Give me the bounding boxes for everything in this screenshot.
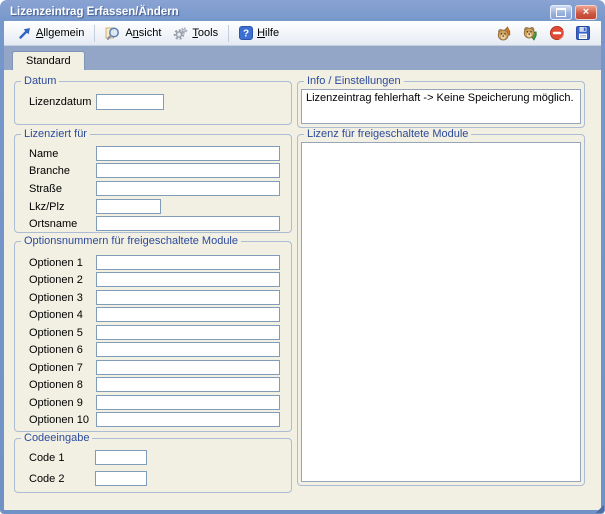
group-module-title: Lizenz für freigeschaltete Module <box>304 128 471 140</box>
restore-window-button[interactable] <box>550 5 572 20</box>
branche-label: Branche <box>29 165 70 177</box>
toolbar-separator <box>228 25 229 42</box>
group-info-einstellungen: Info / Einstellungen Lizenzeintrag fehle… <box>297 81 585 128</box>
menu-ansicht-label: Ansicht <box>125 27 161 39</box>
tab-standard[interactable]: Standard <box>12 51 85 70</box>
code-2-input[interactable] <box>95 471 147 486</box>
group-datum-title: Datum <box>21 75 59 87</box>
group-optionsnummern: Optionsnummern für freigeschaltete Modul… <box>14 241 292 432</box>
menu-tools[interactable]: Tools <box>167 24 224 43</box>
window-title: Lizenzeintrag Erfassen/Ändern <box>10 6 550 18</box>
optionen-4-input[interactable] <box>96 307 280 322</box>
strasse-label: Straße <box>29 183 62 195</box>
lkz-plz-label: Lkz/Plz <box>29 201 64 213</box>
no-entry-icon[interactable] <box>548 25 565 42</box>
optionen-8-label: Optionen 8 <box>29 379 83 391</box>
menu-hilfe[interactable]: ? Hilfe <box>233 24 285 42</box>
close-icon: × <box>583 7 589 17</box>
magnifier-icon <box>105 26 121 41</box>
optionen-3-input[interactable] <box>96 290 280 305</box>
optionen-7-input[interactable] <box>96 360 280 375</box>
optionen-4-label: Optionen 4 <box>29 309 83 321</box>
menu-ansicht[interactable]: Ansicht <box>99 24 167 43</box>
group-lizenziert-title: Lizenziert für <box>21 128 90 140</box>
bear-arrow-up-icon[interactable] <box>496 25 513 42</box>
ortsname-label: Ortsname <box>29 218 77 230</box>
strasse-input[interactable] <box>96 181 280 196</box>
close-window-button[interactable]: × <box>575 5 597 20</box>
optionen-7-label: Optionen 7 <box>29 362 83 374</box>
arrow-up-right-icon <box>18 26 32 40</box>
lizenzdatum-input[interactable] <box>96 94 164 110</box>
titlebar: Lizenzeintrag Erfassen/Ändern × <box>4 0 601 21</box>
optionen-5-input[interactable] <box>96 325 280 340</box>
optionen-9-input[interactable] <box>96 395 280 410</box>
lizenzdatum-label: Lizenzdatum <box>29 96 91 108</box>
gear-icon <box>173 26 188 41</box>
group-codeeingabe: Codeeingabe Code 1 Code 2 <box>14 438 292 493</box>
form-area: Datum Lizenzdatum Lizenziert für Name Br… <box>4 70 601 510</box>
optionen-10-label: Optionen 10 <box>29 414 89 426</box>
info-message-box: Lizenzeintrag fehlerhaft -> Keine Speich… <box>301 89 581 124</box>
code-1-input[interactable] <box>95 450 147 465</box>
lkz-plz-input[interactable] <box>96 199 161 214</box>
window-body: Allgemein Ansicht <box>4 21 601 510</box>
group-lizenziert-fuer: Lizenziert für Name Branche Straße Lkz/P… <box>14 134 292 233</box>
optionen-6-input[interactable] <box>96 342 280 357</box>
menu-hilfe-label: Hilfe <box>257 27 279 39</box>
menu-allgemein-label: Allgemein <box>36 27 84 39</box>
group-info-title: Info / Einstellungen <box>304 75 404 87</box>
tab-strip: Standard <box>4 46 601 70</box>
optionen-8-input[interactable] <box>96 377 280 392</box>
menu-tools-label: Tools <box>192 27 218 39</box>
optionen-10-input[interactable] <box>96 412 280 427</box>
branche-input[interactable] <box>96 163 280 178</box>
group-optionen-title: Optionsnummern für freigeschaltete Modul… <box>21 235 241 247</box>
toolbar-separator <box>94 25 95 42</box>
optionen-2-input[interactable] <box>96 272 280 287</box>
toolbar: Allgemein Ansicht <box>4 21 601 46</box>
module-list-box <box>301 142 581 482</box>
optionen-9-label: Optionen 9 <box>29 397 83 409</box>
save-icon[interactable] <box>574 25 591 42</box>
app-window: Lizenzeintrag Erfassen/Ändern × Allgemei… <box>0 0 605 514</box>
group-datum: Datum Lizenzdatum <box>14 81 292 125</box>
name-input[interactable] <box>96 146 280 161</box>
optionen-1-label: Optionen 1 <box>29 257 83 269</box>
menu-allgemein[interactable]: Allgemein <box>12 24 90 42</box>
optionen-6-label: Optionen 6 <box>29 344 83 356</box>
ortsname-input[interactable] <box>96 216 280 231</box>
group-freigeschaltete-module: Lizenz für freigeschaltete Module <box>297 134 585 486</box>
svg-text:?: ? <box>243 29 249 40</box>
optionen-2-label: Optionen 2 <box>29 274 83 286</box>
code-1-label: Code 1 <box>29 452 64 464</box>
optionen-3-label: Optionen 3 <box>29 292 83 304</box>
optionen-1-input[interactable] <box>96 255 280 270</box>
help-icon: ? <box>239 26 253 40</box>
resize-grip[interactable] <box>596 505 604 513</box>
info-message-text: Lizenzeintrag fehlerhaft -> Keine Speich… <box>306 92 574 104</box>
code-2-label: Code 2 <box>29 473 64 485</box>
restore-icon <box>556 8 566 17</box>
name-label: Name <box>29 148 58 160</box>
toolbar-right-actions <box>496 25 593 42</box>
group-code-title: Codeeingabe <box>21 432 92 444</box>
optionen-5-label: Optionen 5 <box>29 327 83 339</box>
bear-arrow-down-icon[interactable] <box>522 25 539 42</box>
